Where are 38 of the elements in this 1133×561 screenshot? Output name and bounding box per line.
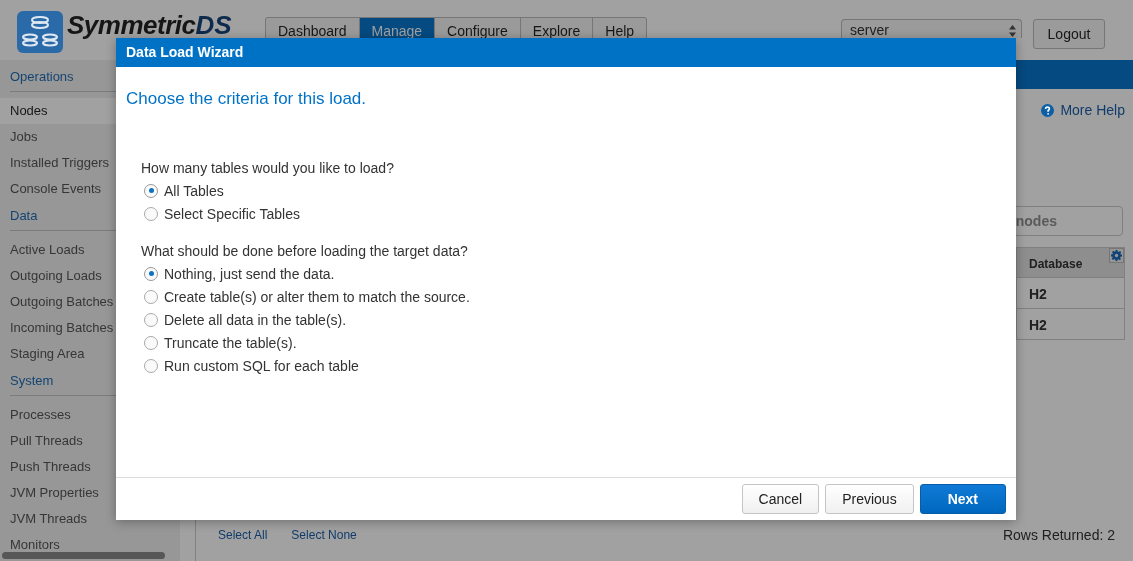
footer-link[interactable]: Select All (218, 528, 268, 542)
dialog-button[interactable]: Next (919, 484, 1006, 514)
radio-button[interactable] (144, 206, 158, 221)
logo-text: DS (195, 12, 232, 38)
radio-button[interactable] (144, 266, 158, 281)
table-cell-text: H2 (1028, 285, 1048, 304)
node-select[interactable]: server (841, 19, 1022, 38)
logo-icon (17, 11, 63, 53)
nav-tab[interactable]: Configure (435, 18, 521, 39)
radio-option[interactable]: Nothing, just send the data. (144, 262, 335, 285)
radio-button[interactable] (144, 183, 158, 198)
radio-button[interactable] (144, 335, 158, 350)
sidebar-item[interactable]: Monitors (0, 532, 180, 551)
more-help-link[interactable]: More Help (1041, 102, 1125, 118)
question-text: What should be done before loading the target data? (141, 243, 469, 259)
dialog-button[interactable]: Previous (825, 484, 914, 514)
logout-button[interactable]: Logout (1033, 19, 1105, 49)
dialog-button[interactable]: Cancel (741, 484, 820, 514)
nav-tab[interactable]: Dashboard (266, 18, 360, 39)
updown-icon (1009, 25, 1016, 37)
radio-option[interactable]: Delete all data in the table(s). (144, 308, 347, 331)
radio-option[interactable]: Create table(s) or alter them to match the source. (144, 285, 470, 308)
gear-icon (1111, 250, 1122, 261)
radio-button[interactable] (144, 312, 158, 327)
radio-option[interactable]: All Tables (144, 179, 224, 202)
nav-tab[interactable]: Help (593, 18, 647, 39)
column-settings-button[interactable] (1109, 248, 1124, 263)
help-icon (1041, 103, 1055, 117)
footer-link[interactable]: Select None (291, 528, 357, 542)
question-text: How many tables would you like to load? (141, 160, 395, 176)
dialog-title: Data Load Wizard (116, 38, 1016, 67)
radio-button[interactable] (144, 289, 158, 304)
scrollbar-thumb[interactable] (2, 552, 165, 559)
radio-option[interactable]: Truncate the table(s). (144, 331, 297, 354)
radio-button[interactable] (144, 358, 158, 373)
logo-text: Symmetric (67, 12, 196, 38)
table-cell-text: H2 (1028, 316, 1048, 335)
rows-returned: Rows Returned: 2 (1002, 527, 1115, 543)
